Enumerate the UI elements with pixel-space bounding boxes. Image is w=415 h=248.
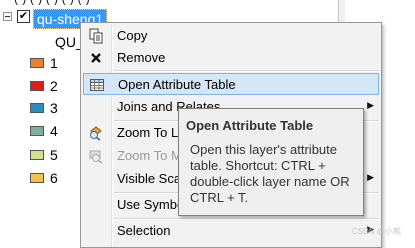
menu-item-label: Visible Sca — [117, 171, 182, 186]
menu-separator — [114, 70, 379, 72]
zoom-to-scale-icon — [88, 148, 104, 164]
menu-item-selection[interactable]: Selection ▶ — [83, 220, 379, 242]
menu-item-label: Zoom To L — [117, 125, 179, 140]
color-swatch — [30, 173, 44, 183]
color-swatch — [30, 126, 44, 136]
submenu-arrow-icon: ▶ — [367, 100, 374, 110]
clipped-parent-row: ( ) ( ) ( ) ( ) ( ) — [0, 0, 342, 5]
legend-label: 1 — [50, 55, 58, 71]
remove-x-icon — [88, 50, 104, 66]
color-swatch — [30, 58, 44, 68]
color-swatch — [30, 103, 44, 113]
menu-item-label: Open Attribute Table — [118, 77, 236, 92]
menu-item-label: Remove — [117, 50, 166, 65]
legend-label: 6 — [50, 170, 58, 186]
color-swatch — [30, 81, 44, 91]
legend-label: 3 — [50, 100, 58, 116]
menu-item-label: Use Symbo — [117, 197, 185, 212]
watermark: CSDN @小熊 — [351, 227, 401, 236]
menu-item-label: Zoom To M — [117, 148, 182, 163]
menu-item-tooltip: Open Attribute Table Open this layer's a… — [178, 108, 364, 216]
menu-item-copy[interactable]: Copy — [83, 25, 379, 47]
menu-item-remove[interactable]: Remove — [83, 47, 379, 69]
legend-label: 2 — [50, 78, 58, 94]
submenu-arrow-icon: ▶ — [367, 172, 374, 182]
menu-item-open-attribute-table[interactable]: Open Attribute Table — [83, 73, 379, 95]
collapse-toggle-icon[interactable] — [3, 12, 12, 21]
menu-item-label: Selection — [117, 223, 171, 238]
menu-item-label: Copy — [117, 28, 148, 43]
zoom-to-layer-icon — [88, 125, 104, 141]
color-swatch — [30, 150, 44, 160]
tooltip-body: Open this layer's attribute table. Short… — [190, 142, 350, 205]
copy-icon — [88, 28, 104, 44]
tooltip-title: Open Attribute Table — [186, 118, 314, 133]
layer-visibility-checkbox[interactable]: ✔ — [17, 10, 30, 23]
legend-label: 5 — [50, 147, 58, 163]
legend-label: 4 — [50, 123, 58, 139]
table-icon — [89, 77, 105, 93]
